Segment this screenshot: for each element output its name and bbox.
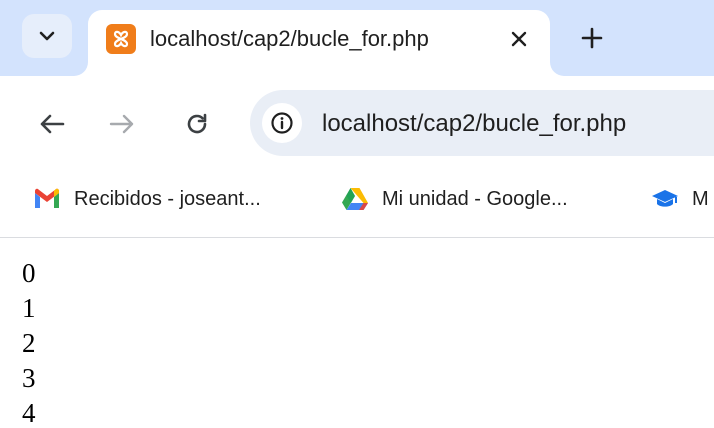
new-tab-button[interactable] (572, 18, 612, 58)
toolbar: localhost/cap2/bucle_for.php (0, 76, 714, 171)
page-content: 0 1 2 3 4 (0, 238, 714, 428)
chevron-down-icon (39, 31, 55, 41)
reload-button[interactable] (177, 104, 217, 144)
tab-search-button[interactable] (22, 14, 72, 58)
tab-strip: localhost/cap2/bucle_for.php (0, 0, 714, 76)
output-line: 0 (22, 258, 36, 288)
arrow-right-icon (109, 114, 134, 134)
xampp-icon (106, 24, 136, 54)
output-line: 4 (22, 398, 36, 428)
reload-icon (187, 113, 207, 134)
back-button[interactable] (32, 104, 72, 144)
google-drive-icon (340, 187, 370, 211)
forward-button[interactable] (102, 104, 142, 144)
graduation-cap-icon (650, 187, 680, 211)
active-tab[interactable]: localhost/cap2/bucle_for.php (88, 10, 550, 76)
tab-close-button[interactable] (502, 22, 536, 56)
bookmark-scholar[interactable]: M (650, 183, 709, 215)
bookmark-google-drive[interactable]: Mi unidad - Google... (340, 183, 568, 215)
gmail-icon (32, 187, 62, 211)
bookmark-label: Mi unidad - Google... (382, 187, 568, 210)
close-icon (511, 31, 527, 47)
loop-output: 0 1 2 3 4 (22, 256, 36, 428)
tab-title: localhost/cap2/bucle_for.php (150, 26, 429, 51)
url-text[interactable]: localhost/cap2/bucle_for.php (322, 110, 626, 138)
site-info-button[interactable] (262, 103, 302, 143)
bookmarks-bar: Recibidos - joseant... Mi unidad - Googl… (0, 171, 714, 238)
plus-icon (581, 27, 603, 49)
output-line: 3 (22, 363, 36, 393)
arrow-left-icon (40, 114, 65, 134)
bookmark-label: Recibidos - joseant... (74, 187, 261, 210)
output-line: 1 (22, 293, 36, 323)
output-line: 2 (22, 328, 36, 358)
address-bar[interactable]: localhost/cap2/bucle_for.php (250, 90, 714, 156)
bookmark-label: M (692, 187, 709, 210)
info-icon (271, 112, 293, 134)
bookmark-gmail[interactable]: Recibidos - joseant... (32, 183, 261, 215)
browser-window: localhost/cap2/bucle_for.php localhost/c… (0, 0, 714, 428)
